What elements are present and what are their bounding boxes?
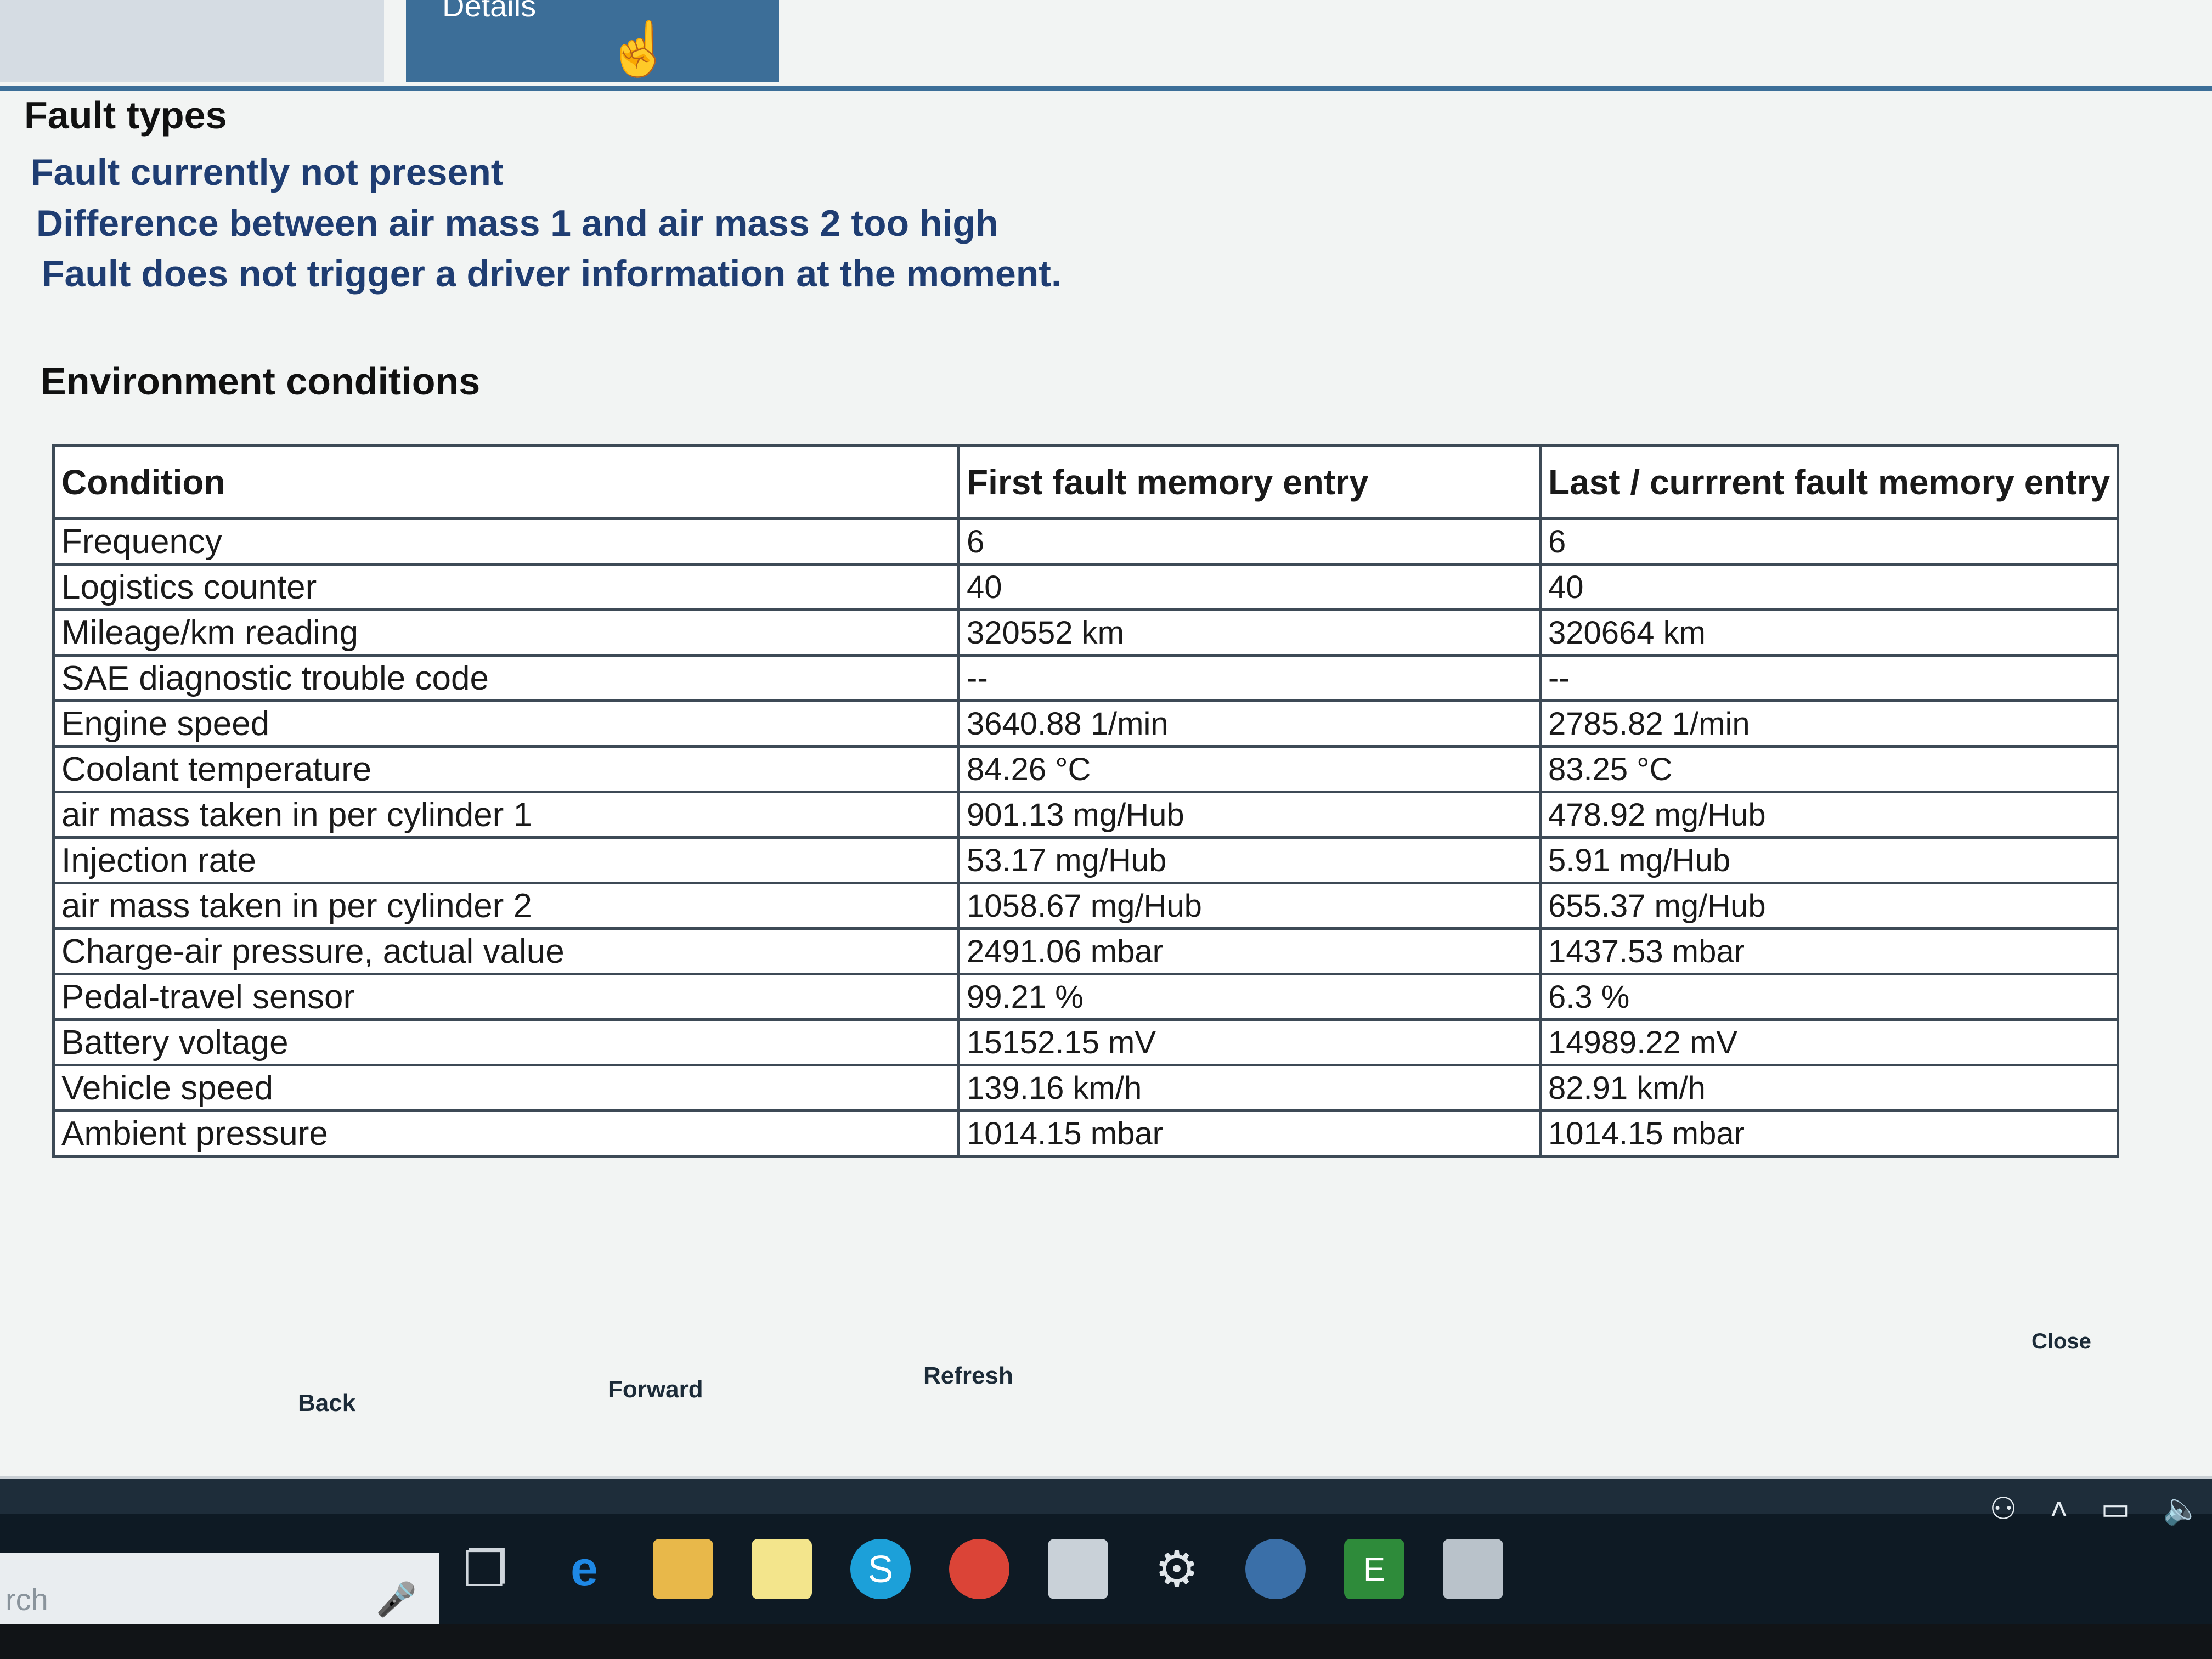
first-entry-cell: 1014.15 mbar: [957, 1109, 1542, 1158]
system-tray: ⚇ ˄ ▭ 🔈: [1989, 1481, 2201, 1536]
last-entry-cell: 40: [1538, 563, 2120, 611]
first-entry-cell: 2491.06 mbar: [957, 927, 1542, 975]
fault-driver-info-text: Fault does not trigger a driver informat…: [42, 253, 1062, 295]
laptop-bezel: [0, 1624, 2212, 1659]
last-entry-cell: 6: [1538, 517, 2120, 566]
fault-types-heading: Fault types: [24, 94, 227, 137]
tab-details[interactable]: Details: [406, 0, 779, 82]
last-entry-cell: 14989.22 mV: [1538, 1018, 2120, 1066]
first-entry-cell: 53.17 mg/Hub: [957, 836, 1542, 884]
tab-overview[interactable]: [0, 0, 384, 82]
chevron-up-icon[interactable]: ˄: [2050, 1491, 2068, 1527]
chrome-icon[interactable]: [949, 1539, 1009, 1599]
first-entry-cell: --: [957, 654, 1542, 702]
last-entry-cell: 5.91 mg/Hub: [1538, 836, 2120, 884]
table-row: Vehicle speed 139.16 km/h 82.91 km/h: [52, 1064, 2120, 1112]
table-row: Logistics counter 40 40: [52, 563, 2120, 611]
first-entry-cell: 3640.88 1/min: [957, 699, 1542, 748]
last-entry-cell: 1014.15 mbar: [1538, 1109, 2120, 1158]
first-entry-cell: 84.26 °C: [957, 745, 1542, 793]
column-header-condition: Condition: [52, 444, 960, 520]
battery-icon[interactable]: ▭: [2101, 1491, 2130, 1527]
ista-icon[interactable]: E: [1344, 1539, 1404, 1599]
environment-conditions-table: Condition First fault memory entry Last …: [52, 444, 2120, 1158]
screen: Details ☝ Fault types Fault currently no…: [0, 0, 2212, 1659]
condition-cell: Mileage/km reading: [52, 608, 960, 657]
first-entry-cell: 6: [957, 517, 1542, 566]
file-explorer-icon[interactable]: [653, 1539, 713, 1599]
first-entry-cell: 320552 km: [957, 608, 1542, 657]
taskbar-search-text: rch: [5, 1582, 48, 1617]
hand-cursor-icon: ☝: [606, 20, 672, 78]
table-row: air mass taken in per cylinder 1 901.13 m…: [52, 791, 2120, 839]
first-entry-cell: 99.21 %: [957, 973, 1542, 1021]
column-header-last-entry: Last / currrent fault memory entry: [1538, 444, 2120, 520]
tab-details-label: Details: [442, 0, 537, 23]
last-entry-cell: 655.37 mg/Hub: [1538, 882, 2120, 930]
last-entry-cell: --: [1538, 654, 2120, 702]
condition-cell: Battery voltage: [52, 1018, 960, 1066]
sticky-notes-icon[interactable]: [752, 1539, 812, 1599]
last-entry-cell: 1437.53 mbar: [1538, 927, 2120, 975]
first-entry-cell: 901.13 mg/Hub: [957, 791, 1542, 839]
condition-cell: Pedal-travel sensor: [52, 973, 960, 1021]
header-divider: [0, 86, 2212, 91]
forward-button[interactable]: Forward: [598, 1372, 713, 1408]
last-entry-cell: 82.91 km/h: [1538, 1064, 2120, 1112]
condition-cell: air mass taken in per cylinder 1: [52, 791, 960, 839]
condition-cell: SAE diagnostic trouble code: [52, 654, 960, 702]
last-entry-cell: 2785.82 1/min: [1538, 699, 2120, 748]
fault-status-text: Fault currently not present: [31, 151, 504, 193]
volume-icon[interactable]: 🔈: [2163, 1491, 2201, 1527]
last-entry-cell: 6.3 %: [1538, 973, 2120, 1021]
last-entry-cell: 320664 km: [1538, 608, 2120, 657]
table-row: SAE diagnostic trouble code -- --: [52, 654, 2120, 702]
condition-cell: Injection rate: [52, 836, 960, 884]
table-row: Injection rate 53.17 mg/Hub 5.91 mg/Hub: [52, 836, 2120, 884]
condition-cell: Frequency: [52, 517, 960, 566]
table-row: air mass taken in per cylinder 2 1058.67 …: [52, 882, 2120, 930]
first-entry-cell: 1058.67 mg/Hub: [957, 882, 1542, 930]
task-view-icon[interactable]: ❐: [455, 1539, 516, 1599]
taskbar-icons: ❐ e S ⚙ E: [455, 1525, 1503, 1613]
table-row: Mileage/km reading 320552 km 320664 km: [52, 608, 2120, 657]
table-row: Engine speed 3640.88 1/min 2785.82 1/min: [52, 699, 2120, 748]
table-row: Charge-air pressure, actual value 2491.06…: [52, 927, 2120, 975]
settings-icon[interactable]: ⚙: [1147, 1539, 1207, 1599]
table-header-row: Condition First fault memory entry Last …: [52, 444, 2120, 520]
condition-cell: Ambient pressure: [52, 1109, 960, 1158]
window-icon[interactable]: [1443, 1539, 1503, 1599]
back-button[interactable]: Back: [288, 1385, 365, 1421]
close-button[interactable]: Close: [2022, 1325, 2101, 1358]
condition-cell: Coolant temperature: [52, 745, 960, 793]
table-row: Frequency 6 6: [52, 517, 2120, 566]
microphone-icon[interactable]: 🎤: [376, 1580, 417, 1619]
last-entry-cell: 478.92 mg/Hub: [1538, 791, 2120, 839]
bmw-icon[interactable]: [1245, 1539, 1306, 1599]
table-row: Ambient pressure 1014.15 mbar 1014.15 mbar: [52, 1109, 2120, 1158]
table-row: Pedal-travel sensor 99.21 % 6.3 %: [52, 973, 2120, 1021]
condition-cell: air mass taken in per cylinder 2: [52, 882, 960, 930]
condition-cell: Logistics counter: [52, 563, 960, 611]
table-row: Coolant temperature 84.26 °C 83.25 °C: [52, 745, 2120, 793]
skype-icon[interactable]: S: [850, 1539, 911, 1599]
condition-cell: Charge-air pressure, actual value: [52, 927, 960, 975]
first-entry-cell: 40: [957, 563, 1542, 611]
fault-description-text: Difference between air mass 1 and air ma…: [36, 202, 998, 244]
diagnostic-window: Details ☝ Fault types Fault currently no…: [0, 0, 2212, 1479]
environment-conditions-heading: Environment conditions: [41, 360, 481, 403]
table-row: Battery voltage 15152.15 mV 14989.22 mV: [52, 1018, 2120, 1066]
first-entry-cell: 139.16 km/h: [957, 1064, 1542, 1112]
edge-icon[interactable]: e: [554, 1539, 614, 1599]
column-header-first-entry: First fault memory entry: [957, 444, 1542, 520]
notes-icon[interactable]: [1048, 1539, 1108, 1599]
condition-cell: Engine speed: [52, 699, 960, 748]
condition-cell: Vehicle speed: [52, 1064, 960, 1112]
people-icon[interactable]: ⚇: [1989, 1491, 2017, 1527]
first-entry-cell: 15152.15 mV: [957, 1018, 1542, 1066]
refresh-button[interactable]: Refresh: [913, 1358, 1023, 1394]
last-entry-cell: 83.25 °C: [1538, 745, 2120, 793]
